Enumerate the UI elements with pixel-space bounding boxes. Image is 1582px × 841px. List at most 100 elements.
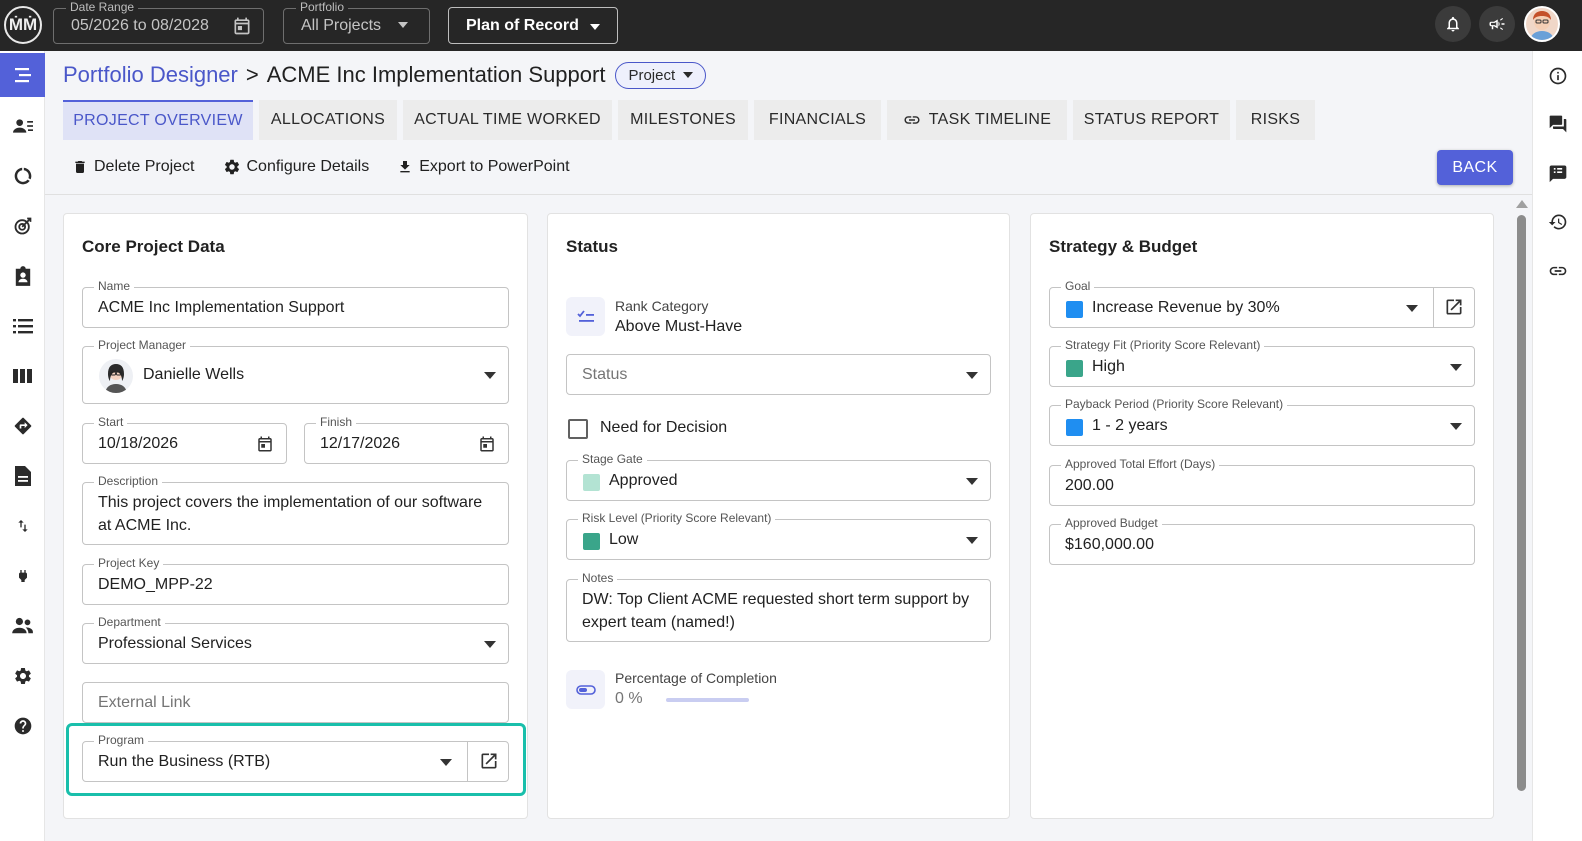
tab-project-overview[interactable]: PROJECT OVERVIEW	[63, 100, 253, 140]
nav-resources[interactable]	[0, 104, 45, 148]
portfolio-select[interactable]: Portfolio All Projects	[283, 0, 430, 44]
feedback-icon	[1549, 165, 1567, 183]
nav-list[interactable]	[0, 304, 45, 348]
field-label: Description	[94, 474, 163, 488]
card-title: Strategy & Budget	[1049, 237, 1198, 256]
nav-assignments[interactable]	[0, 254, 45, 298]
chevron-down-icon	[590, 24, 600, 30]
feedback-button[interactable]	[1533, 153, 1582, 193]
card-title: Status	[566, 237, 618, 256]
name-field[interactable]: Name ACME Inc Implementation Support	[82, 279, 509, 328]
chevron-down-icon	[1406, 305, 1418, 312]
tab-status-report[interactable]: STATUS REPORT	[1073, 100, 1230, 140]
tab-actual-time-worked[interactable]: ACTUAL TIME WORKED	[403, 100, 612, 140]
menu-icon	[14, 68, 31, 83]
document-icon	[14, 466, 31, 486]
back-button[interactable]: BACK	[1437, 150, 1513, 185]
field-value: 1 - 2 years	[1092, 417, 1168, 434]
field-divider	[1433, 288, 1434, 327]
date-range-field[interactable]: Date Range 05/2026 to 08/2028	[53, 0, 264, 44]
rank-category-icon	[566, 297, 605, 336]
links-button[interactable]	[1533, 251, 1582, 291]
list-icon	[12, 319, 33, 334]
notes-field[interactable]: Notes DW: Top Client ACME requested shor…	[566, 571, 991, 642]
fit-color-swatch	[1066, 360, 1083, 377]
comments-button[interactable]	[1533, 104, 1582, 144]
start-date-field[interactable]: Start 10/18/2026	[82, 415, 287, 464]
scroll-up-arrow[interactable]	[1516, 200, 1528, 208]
nav-reports[interactable]	[0, 454, 45, 498]
entity-type-label: Project	[628, 66, 676, 84]
external-link-field[interactable]: External Link	[82, 682, 509, 723]
user-avatar[interactable]	[1524, 6, 1560, 42]
configure-details-button[interactable]: Configure Details	[223, 158, 369, 176]
project-manager-select[interactable]: Project Manager Danielle Wells	[82, 338, 509, 404]
field-placeholder: External Link	[98, 694, 191, 711]
gear-icon	[224, 159, 239, 175]
status-card: Status Rank Category Above Must-Have Sta…	[547, 213, 1010, 819]
goal-select[interactable]: Goal Increase Revenue by 30%	[1049, 279, 1475, 328]
nav-dashboard[interactable]	[0, 154, 45, 198]
page-title: ACME Inc Implementation Support	[266, 62, 606, 87]
nav-teams[interactable]	[0, 604, 45, 648]
chevron-down-icon	[966, 478, 978, 485]
app-logo[interactable]: ṀṀ	[4, 6, 42, 44]
field-label: Project Manager	[94, 338, 191, 352]
completion-label: Percentage of Completion	[615, 670, 777, 686]
field-label: Approved Total Effort (Days)	[1061, 457, 1220, 471]
need-for-decision-checkbox[interactable]	[568, 419, 588, 439]
megaphone-icon	[1489, 18, 1505, 30]
announcements-button[interactable]	[1479, 6, 1515, 42]
plan-of-record-select[interactable]: Plan of Record	[448, 7, 618, 44]
nav-menu[interactable]	[0, 53, 45, 97]
delete-project-button[interactable]: Delete Project	[72, 158, 195, 176]
status-select[interactable]: Status	[566, 354, 991, 395]
tab-allocations[interactable]: ALLOCATIONS	[259, 100, 397, 140]
nav-import-export[interactable]	[0, 504, 45, 548]
nav-integrations[interactable]	[0, 554, 45, 598]
tab-task-timeline[interactable]: TASK TIMELINE	[887, 100, 1067, 140]
project-key-field[interactable]: Project Key DEMO_MPP-22	[82, 556, 509, 605]
swap-vertical-icon	[17, 520, 28, 532]
notifications-button[interactable]	[1435, 6, 1471, 42]
payback-period-select[interactable]: Payback Period (Priority Score Relevant)…	[1049, 397, 1475, 446]
stage-gate-select[interactable]: Stage Gate Approved	[566, 452, 991, 501]
tab-risks[interactable]: RISKS	[1236, 100, 1315, 140]
group-icon	[11, 617, 33, 634]
finish-date-field[interactable]: Finish 12/17/2026	[304, 415, 509, 464]
nav-help[interactable]	[0, 704, 45, 748]
field-label: Strategy Fit (Priority Score Relevant)	[1061, 338, 1265, 352]
scrollbar-thumb[interactable]	[1517, 215, 1526, 791]
entity-type-chip[interactable]: Project	[615, 61, 707, 89]
department-select[interactable]: Department Professional Services	[82, 615, 509, 664]
approved-budget-field[interactable]: Approved Budget $160,000.00	[1049, 516, 1475, 565]
open-in-new-icon[interactable]	[1444, 297, 1464, 317]
risk-level-select[interactable]: Risk Level (Priority Score Relevant) Low	[566, 511, 991, 560]
nav-board[interactable]	[0, 354, 45, 398]
description-field[interactable]: Description This project covers the impl…	[82, 474, 509, 545]
tab-financials[interactable]: FINANCIALS	[754, 100, 881, 140]
nav-roadmap[interactable]	[0, 404, 45, 448]
strategy-fit-select[interactable]: Strategy Fit (Priority Score Relevant) H…	[1049, 338, 1475, 387]
calendar-icon[interactable]	[478, 434, 496, 454]
calendar-icon[interactable]	[232, 15, 252, 37]
breadcrumb-portfolio-designer[interactable]: Portfolio Designer	[63, 62, 238, 88]
calendar-icon[interactable]	[256, 434, 274, 454]
nav-settings[interactable]	[0, 654, 45, 698]
export-powerpoint-button[interactable]: Export to PowerPoint	[397, 158, 570, 176]
toggle-icon	[575, 684, 596, 695]
header-divider	[45, 194, 1532, 195]
field-value: Approved	[609, 472, 678, 489]
field-value: 12/17/2026	[320, 435, 401, 452]
info-button[interactable]	[1533, 56, 1582, 96]
approved-effort-field[interactable]: Approved Total Effort (Days) 200.00	[1049, 457, 1475, 506]
history-button[interactable]	[1533, 202, 1582, 242]
program-highlight-box	[66, 723, 526, 796]
nav-goals[interactable]	[0, 204, 45, 248]
field-label: Payback Period (Priority Score Relevant)	[1061, 397, 1288, 411]
chevron-down-icon	[1450, 364, 1462, 371]
tab-milestones[interactable]: MILESTONES	[618, 100, 748, 140]
field-label: Project Key	[94, 556, 164, 570]
link-icon	[904, 116, 920, 124]
field-label: Department	[94, 615, 165, 629]
